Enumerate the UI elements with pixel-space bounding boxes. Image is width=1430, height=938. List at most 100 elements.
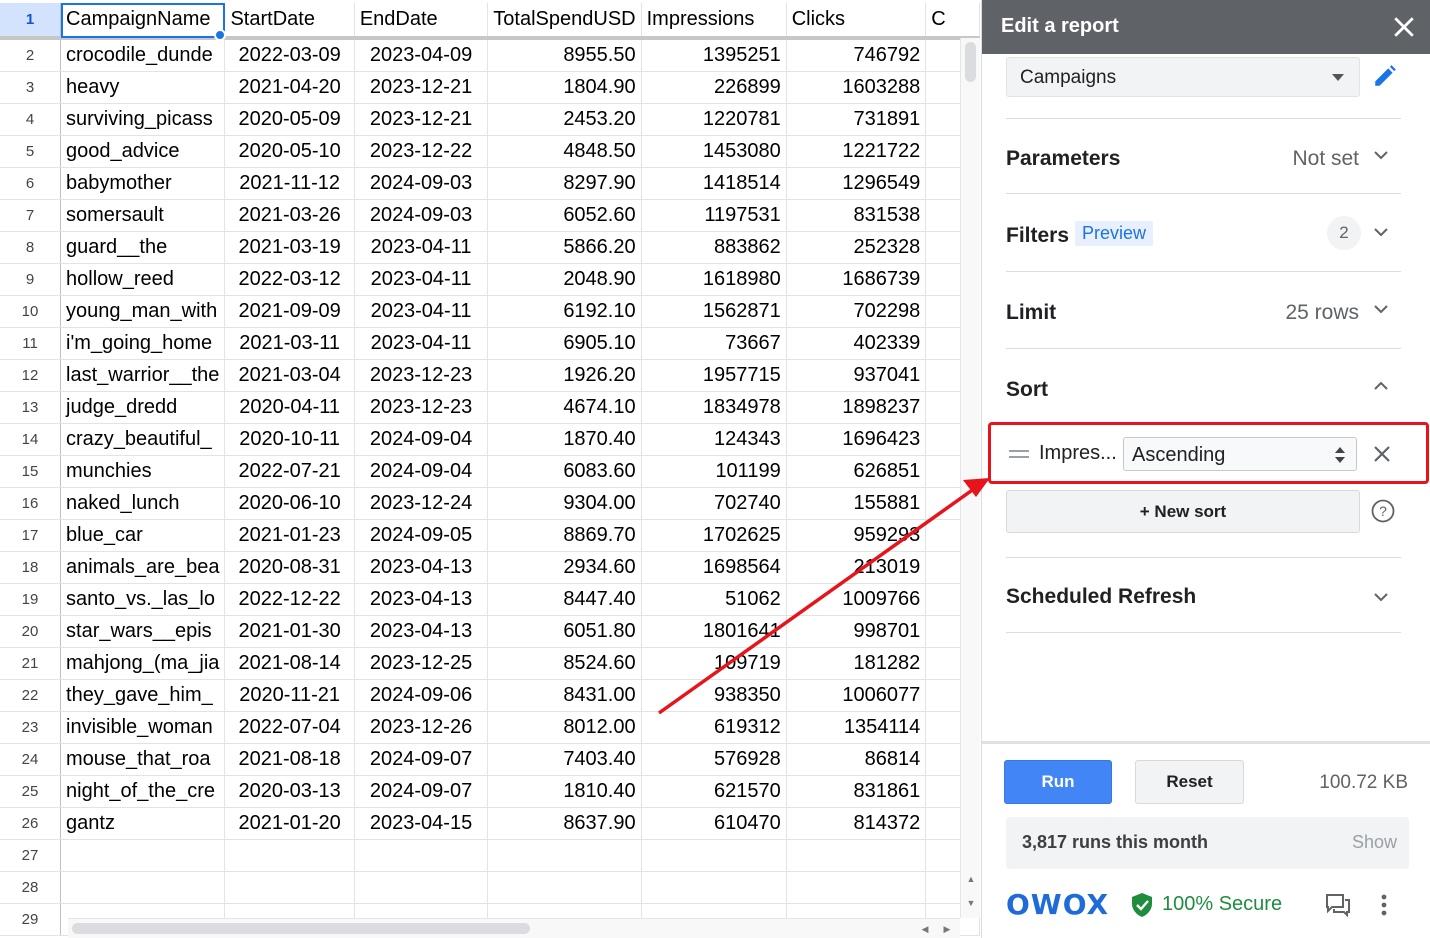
row-header[interactable]: 25: [0, 775, 62, 808]
table-cell[interactable]: 1898237: [786, 391, 927, 424]
close-icon[interactable]: [1389, 12, 1419, 42]
table-cell[interactable]: 1221722: [786, 135, 927, 168]
table-cell[interactable]: 8297.90: [487, 167, 642, 200]
table-cell[interactable]: naked_lunch: [60, 487, 226, 520]
table-cell[interactable]: 2023-04-11: [354, 327, 489, 360]
table-cell[interactable]: 1418514: [641, 167, 787, 200]
table-cell[interactable]: 1702625: [641, 519, 787, 552]
table-cell[interactable]: 2023-12-26: [354, 711, 489, 744]
row-header[interactable]: 17: [0, 519, 62, 552]
table-cell[interactable]: 2023-04-13: [354, 615, 489, 648]
row-header[interactable]: 27: [0, 839, 62, 872]
scroll-down-icon[interactable]: ▼: [961, 894, 980, 912]
table-cell[interactable]: 101199: [641, 455, 787, 488]
table-cell[interactable]: 51062: [641, 583, 787, 616]
table-cell[interactable]: 2023-04-11: [354, 295, 489, 328]
table-cell[interactable]: 8955.50: [487, 38, 642, 72]
column-header-cell[interactable]: StartDate: [224, 3, 355, 40]
data-source-select[interactable]: Campaigns: [1006, 57, 1360, 97]
table-cell[interactable]: [641, 839, 787, 872]
table-cell[interactable]: surviving_picass: [60, 103, 226, 136]
selection-handle[interactable]: [214, 29, 226, 41]
table-cell[interactable]: 1957715: [641, 359, 787, 392]
row-header[interactable]: 14: [0, 423, 62, 456]
drag-handle-icon[interactable]: [1009, 447, 1029, 461]
row-header[interactable]: 6: [0, 167, 62, 200]
filters-section[interactable]: Filters Preview 2: [1006, 196, 1401, 272]
row-header[interactable]: 26: [0, 807, 62, 840]
table-cell[interactable]: 6052.60: [487, 199, 642, 232]
row-header[interactable]: 19: [0, 583, 62, 616]
table-cell[interactable]: 2022-12-22: [224, 583, 355, 616]
table-cell[interactable]: 2024-09-04: [354, 423, 489, 456]
table-cell[interactable]: santo_vs._las_lo: [60, 583, 226, 616]
table-cell[interactable]: 252328: [786, 231, 927, 264]
table-cell[interactable]: 2934.60: [487, 551, 642, 584]
parameters-section[interactable]: Parameters Not set: [1006, 118, 1401, 194]
scroll-up-icon[interactable]: ▲: [961, 870, 980, 888]
table-cell[interactable]: 1834978: [641, 391, 787, 424]
table-cell[interactable]: 731891: [786, 103, 927, 136]
row-header[interactable]: 22: [0, 679, 62, 712]
reset-button[interactable]: Reset: [1135, 760, 1244, 804]
table-cell[interactable]: 2020-04-11: [224, 391, 355, 424]
column-header-cell[interactable]: Clicks: [786, 3, 927, 40]
row-header[interactable]: 18: [0, 551, 62, 584]
table-cell[interactable]: 1354114: [786, 711, 927, 744]
table-cell[interactable]: 1220781: [641, 103, 787, 136]
table-cell[interactable]: 2453.20: [487, 103, 642, 136]
table-cell[interactable]: 213019: [786, 551, 927, 584]
table-cell[interactable]: 2024-09-05: [354, 519, 489, 552]
table-cell[interactable]: 2021-01-30: [224, 615, 355, 648]
table-cell[interactable]: 2021-01-20: [224, 807, 355, 840]
row-header[interactable]: 12: [0, 359, 62, 392]
table-cell[interactable]: mouse_that_roa: [60, 743, 226, 776]
table-cell[interactable]: 1686739: [786, 263, 927, 296]
table-cell[interactable]: gantz: [60, 807, 226, 840]
row-header[interactable]: 23: [0, 711, 62, 744]
table-cell[interactable]: 2048.90: [487, 263, 642, 296]
table-cell[interactable]: 2021-03-11: [224, 327, 355, 360]
table-cell[interactable]: 1006077: [786, 679, 927, 712]
table-cell[interactable]: they_gave_him_: [60, 679, 226, 712]
table-cell[interactable]: 2023-12-25: [354, 647, 489, 680]
table-cell[interactable]: 1870.40: [487, 423, 642, 456]
table-cell[interactable]: 1926.20: [487, 359, 642, 392]
table-cell[interactable]: 831861: [786, 775, 927, 808]
show-link[interactable]: Show: [1352, 832, 1397, 853]
table-cell[interactable]: crocodile_dunde: [60, 38, 226, 72]
table-cell[interactable]: 6051.80: [487, 615, 642, 648]
table-cell[interactable]: munchies: [60, 455, 226, 488]
table-cell[interactable]: 746792: [786, 38, 927, 72]
table-cell[interactable]: 1804.90: [487, 71, 642, 104]
table-cell[interactable]: 8524.60: [487, 647, 642, 680]
row-header[interactable]: 29: [0, 903, 62, 936]
table-cell[interactable]: last_warrior__the: [60, 359, 226, 392]
table-cell[interactable]: [786, 871, 927, 904]
table-cell[interactable]: [487, 839, 642, 872]
table-cell[interactable]: somersault: [60, 199, 226, 232]
table-cell[interactable]: 2024-09-03: [354, 167, 489, 200]
table-cell[interactable]: judge_dredd: [60, 391, 226, 424]
table-cell[interactable]: 181282: [786, 647, 927, 680]
chevron-down-icon[interactable]: [1373, 224, 1389, 240]
table-cell[interactable]: star_wars__epis: [60, 615, 226, 648]
table-cell[interactable]: 1618980: [641, 263, 787, 296]
row-header[interactable]: 11: [0, 327, 62, 360]
table-cell[interactable]: 2021-08-14: [224, 647, 355, 680]
table-cell[interactable]: [224, 871, 355, 904]
table-cell[interactable]: 2021-03-26: [224, 199, 355, 232]
table-cell[interactable]: 2023-12-21: [354, 71, 489, 104]
table-cell[interactable]: 2022-07-21: [224, 455, 355, 488]
table-cell[interactable]: 1696423: [786, 423, 927, 456]
table-cell[interactable]: 576928: [641, 743, 787, 776]
table-cell[interactable]: 2023-12-21: [354, 103, 489, 136]
table-cell[interactable]: 2023-04-13: [354, 551, 489, 584]
table-cell[interactable]: 4674.10: [487, 391, 642, 424]
table-cell[interactable]: [354, 839, 489, 872]
table-cell[interactable]: hollow_reed: [60, 263, 226, 296]
remove-sort-icon[interactable]: [1373, 445, 1391, 463]
table-cell[interactable]: 2020-08-31: [224, 551, 355, 584]
table-cell[interactable]: 2020-05-09: [224, 103, 355, 136]
table-cell[interactable]: 8447.40: [487, 583, 642, 616]
